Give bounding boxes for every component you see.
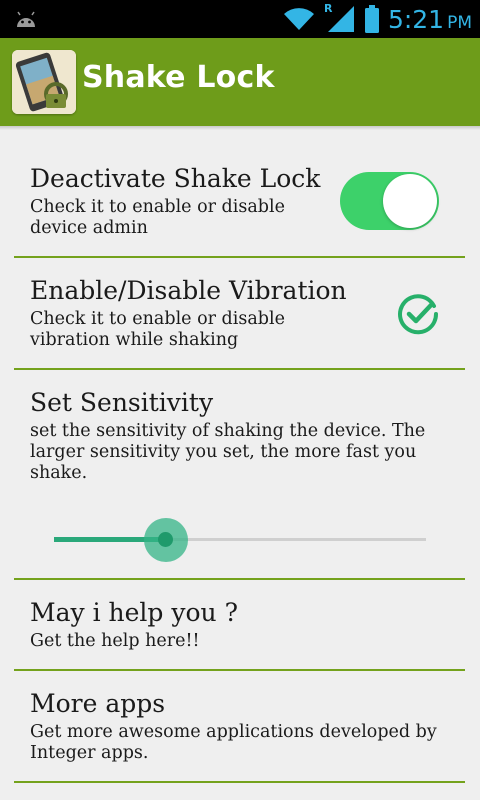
action-bar-shadow	[0, 126, 480, 130]
setting-title: Deactivate Shake Lock	[30, 164, 321, 193]
battery-icon	[364, 5, 379, 33]
setting-summary: Check it to enable or disable device adm…	[30, 197, 285, 238]
app-title: Shake Lock	[82, 60, 275, 95]
status-bar: R 5:21 PM	[0, 0, 480, 38]
setting-summary: Check it to enable or disable vibration …	[30, 309, 285, 350]
divider	[14, 256, 465, 258]
divider	[14, 781, 465, 783]
setting-title: Enable/Disable Vibration	[30, 276, 347, 305]
app-logo-icon[interactable]	[12, 50, 76, 114]
divider	[14, 669, 465, 671]
action-bar: Shake Lock	[0, 38, 480, 126]
setting-title: More apps	[30, 689, 166, 718]
deactivate-shake-lock-switch[interactable]	[340, 172, 439, 230]
setting-summary: Get more awesome applications developed …	[30, 722, 437, 763]
vibration-checkbox-icon[interactable]	[396, 292, 440, 336]
clock: 5:21 PM	[388, 5, 472, 34]
wifi-icon	[283, 8, 314, 30]
setting-title: Set Sensitivity	[30, 388, 214, 417]
clock-ampm: PM	[447, 12, 472, 33]
android-icon	[17, 11, 35, 27]
divider	[14, 368, 465, 370]
signal-indicator: R	[324, 2, 356, 34]
signal-icon	[327, 6, 354, 32]
setting-help[interactable]: May i help you ? Get the help here!!	[14, 584, 465, 670]
setting-summary: set the sensitivity of shaking the devic…	[30, 421, 426, 483]
divider	[14, 578, 465, 580]
clock-time: 5:21	[387, 4, 445, 34]
switch-knob	[383, 174, 437, 228]
setting-more-apps[interactable]: More apps Get more awesome applications …	[14, 675, 465, 781]
setting-sensitivity: Set Sensitivity set the sensitivity of s…	[14, 374, 465, 580]
sensitivity-slider-thumb[interactable]	[158, 532, 174, 547]
setting-title: May i help you ?	[30, 598, 238, 627]
setting-summary: Get the help here!!	[30, 631, 200, 651]
